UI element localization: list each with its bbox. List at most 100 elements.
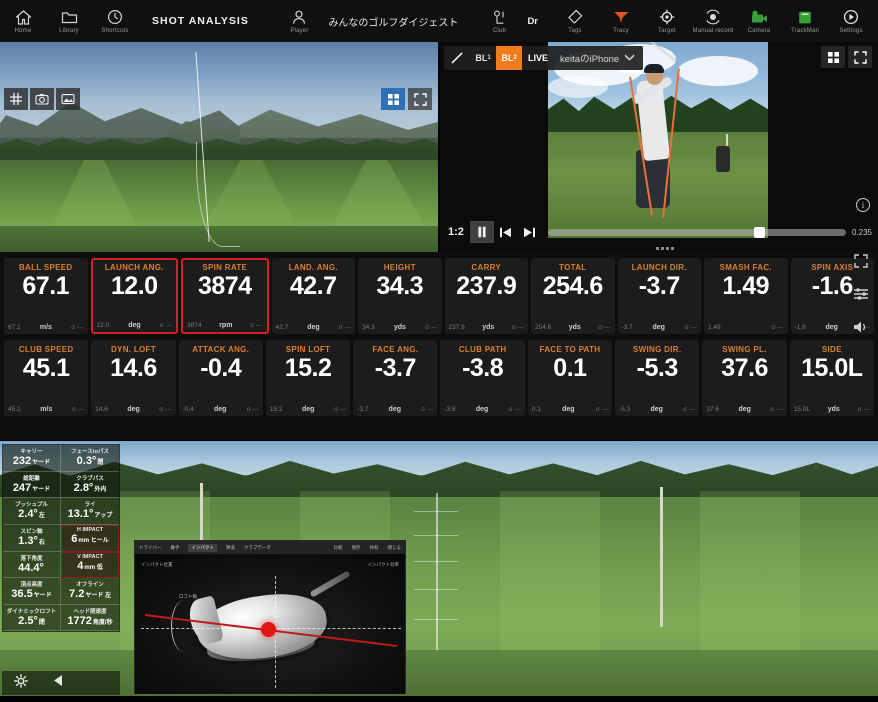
fullscreen-icon[interactable] [408,88,432,110]
back-arrow-icon[interactable] [52,674,64,692]
trackman-button[interactable]: TrackMan [782,0,828,42]
draw-line-icon[interactable] [444,46,470,70]
gear-icon[interactable] [14,673,28,693]
inset-tab-2[interactable]: インパクト [188,543,217,552]
golfer-cap [644,64,664,73]
hud-stat-label: 頂点高度 [20,582,43,589]
player-selector[interactable]: Player みんなのゴルフダイジェスト [276,0,458,42]
metrics-row-1: BALL SPEED 67.1 67.1 m/s σ --- LAUNCH ANG. 12.… [0,258,878,334]
metric-card[interactable]: HEIGHT 34.3 34.3 yds σ --- [358,258,442,334]
hud-stat-cell: 落下角度 44.4° [3,551,61,579]
metric-card[interactable]: SPIN LOFT 15.2 15.2 deg σ --- [265,340,351,416]
settings-button[interactable]: Settings [828,0,874,42]
club-selector[interactable]: Club Dr [476,0,538,42]
hud-stat-value: 4mm 低 [63,560,117,573]
metric-card[interactable]: FACE TO PATH 0.1 0.1 deg σ --- [527,340,613,416]
inset-action-1[interactable]: 保存 [352,545,361,551]
metric-card[interactable]: DYN. LOFT 14.6 14.6 deg σ --- [91,340,176,416]
expand-icon[interactable] [854,254,868,273]
device-dropdown[interactable]: keitaのiPhone [554,51,643,65]
next-frame-button[interactable] [518,221,542,243]
video-playback-bar: 1:2 0.235 [440,220,878,244]
metric-card[interactable]: SWING DIR. -5.3 -5.3 deg σ --- [615,340,700,416]
hud-stat-value: 1772角度/秒 [63,615,117,628]
tags-button[interactable]: Tags [552,0,598,42]
metric-card[interactable]: CLUB SPEED 45.1 45.1 m/s σ --- [4,340,89,416]
sliders-icon[interactable] [853,287,869,306]
camera-icon[interactable] [30,88,54,110]
metric-card[interactable]: FACE ANG. -3.7 -3.7 deg σ --- [353,340,438,416]
multi-view-icon[interactable] [821,46,845,68]
volume-icon[interactable] [853,320,869,339]
hud-stat-cell: 頂点高度 36.5ヤード [3,578,61,605]
range-camera-view[interactable] [0,42,438,252]
metric-card[interactable]: ATTACK ANG. -0.4 -0.4 deg σ --- [178,340,263,416]
baseline-1-button[interactable]: BL 1 [470,46,496,70]
metric-card[interactable]: SPIN RATE 3874 3874 rpm σ --- [181,258,269,334]
nav-library[interactable]: Library [46,0,92,42]
inset-tab-0[interactable]: ドライバー [139,545,161,551]
nav-shortcuts[interactable]: Shortcuts [92,0,138,42]
video-timestamp: 0.235 [851,227,872,237]
drag-handle[interactable] [654,247,676,251]
nav-home[interactable]: Home [0,0,46,42]
inset-tab-1[interactable]: 番手 [170,545,179,551]
baseline-2-button[interactable]: BL 2 [496,46,522,70]
metric-label: DYN. LOFT [110,345,156,354]
manual-record-button[interactable]: Manual record [690,0,736,42]
live-button[interactable]: LIVE [522,53,554,63]
metric-card[interactable]: CLUB PATH -3.8 -3.8 deg σ --- [440,340,525,416]
impact-efficiency-label: インパクト効率 [367,562,400,567]
metric-sub-value: 0.1 [531,406,541,413]
hud-value-unit: 閉 [97,460,104,466]
image-icon[interactable] [56,88,80,110]
hud-stat-cell: フェースtoパス 0.3°閉 [61,445,119,472]
hud-value-unit: ヤード [33,593,52,600]
inset-tab-3[interactable]: 弾道 [226,545,235,551]
simulator-panel[interactable]: キャリー 232ヤード フェースtoパス 0.3°閉 総距離 247ヤード クラブパス 2.8… [0,441,878,702]
grid-icon[interactable] [4,88,28,110]
metric-value: 14.6 [110,354,157,382]
multi-view-icon[interactable] [381,88,405,110]
metric-sub-value: -3.8 [444,406,456,413]
metric-card[interactable]: SIDE 15.0L 15.0L yds σ --- [789,340,874,416]
camera-button[interactable]: Camera [736,0,782,42]
inset-action-0[interactable]: 比較 [334,545,343,551]
nav-library-label: Library [59,27,79,34]
scrubber-handle[interactable] [753,226,765,238]
player-icon-wrap[interactable]: Player [276,0,322,42]
target-button[interactable]: Target [644,0,690,42]
hud-value-number: 247 [12,481,32,494]
metric-card[interactable]: SMASH FAC. 1.49 1.49 σ --- [704,258,788,334]
inset-tab-4[interactable]: クラブデータ [244,545,271,551]
metric-card[interactable]: BALL SPEED 67.1 67.1 m/s σ --- [4,258,88,334]
hud-value-number: 2.8° [73,481,94,494]
metric-card[interactable]: SWING PL. 37.6 37.6 deg σ --- [702,340,787,416]
hud-value-number: 0.3° [76,455,97,467]
swing-video-view[interactable]: BL 1 BL 2 LIVE keitaのiPhone i 1:2 0.235 [440,42,878,252]
club-icon-wrap[interactable]: Club [476,0,522,42]
pause-button[interactable] [469,221,494,243]
metric-unit: deg [301,406,315,413]
playback-speed[interactable]: 1:2 [440,226,470,238]
tracy-button[interactable]: Tracy [598,0,644,42]
info-icon[interactable]: i [856,198,870,212]
metric-label: LAUNCH ANG. [104,263,164,272]
club-impact-window[interactable]: ドライバー 番手 インパクト 弾道 クラブデータ 比較 保存 共有 閉じる イン… [134,540,406,694]
hud-stat-label: プッシュプル [14,502,48,509]
metric-card[interactable]: CARRY 237.9 237.9 yds σ --- [444,258,528,334]
metric-value: 34.3 [376,272,424,300]
metric-card[interactable]: LAUNCH DIR. -3.7 -3.7 deg σ --- [617,258,701,334]
metric-card[interactable]: LAND. ANG. 42.7 42.7 deg σ --- [271,258,355,334]
prev-frame-button[interactable] [494,221,518,243]
inset-action-3[interactable]: 閉じる [388,545,402,551]
inset-action-2[interactable]: 共有 [370,545,379,551]
club-hosel [309,570,351,598]
metric-card[interactable]: TOTAL 254.6 254.6 yds σ --- [531,258,615,334]
fullscreen-icon[interactable] [848,46,872,68]
metric-card[interactable]: LAUNCH ANG. 12.0 12.0 deg σ --- [90,258,178,334]
video-scrubber[interactable] [547,226,846,238]
metric-unit: yds [827,406,840,413]
left-view-buttons [381,88,432,110]
hud-stat-cell: V IMPACT 4mm 低 [61,551,119,579]
